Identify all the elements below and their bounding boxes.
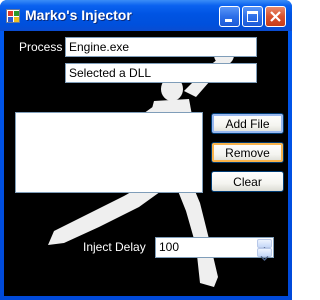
dll-status-field[interactable]: Selected a DLL: [65, 63, 257, 83]
arrow-down-icon: [260, 256, 269, 261]
add-file-button[interactable]: Add File: [211, 113, 284, 134]
inject-delay-value: 100: [159, 240, 180, 254]
title-bar[interactable]: Marko's Injector: [0, 0, 292, 31]
clear-button[interactable]: Clear: [211, 171, 284, 192]
process-input[interactable]: Engine.exe: [65, 37, 257, 57]
inject-delay-spinner[interactable]: 100: [155, 237, 274, 261]
app-window-icon[interactable]: [6, 9, 20, 23]
process-label: Process: [19, 40, 63, 54]
minimize-button[interactable]: [219, 6, 240, 27]
maximize-button[interactable]: [242, 6, 263, 27]
spin-up-button[interactable]: [257, 239, 272, 252]
minimize-icon: [225, 19, 232, 22]
dll-listbox[interactable]: [15, 112, 203, 193]
app-window: Marko's Injector Process Engine.exe Sele…: [0, 0, 292, 300]
maximize-icon: [247, 11, 258, 22]
inject-delay-label: Inject Delay: [83, 240, 146, 254]
remove-button[interactable]: Remove: [211, 142, 284, 163]
close-icon: [270, 11, 281, 22]
close-button[interactable]: [265, 6, 286, 27]
form-client-area: Process Engine.exe Selected a DLL Add Fi…: [4, 31, 288, 296]
window-title: Marko's Injector: [25, 7, 132, 23]
spin-down-button[interactable]: [257, 248, 272, 261]
